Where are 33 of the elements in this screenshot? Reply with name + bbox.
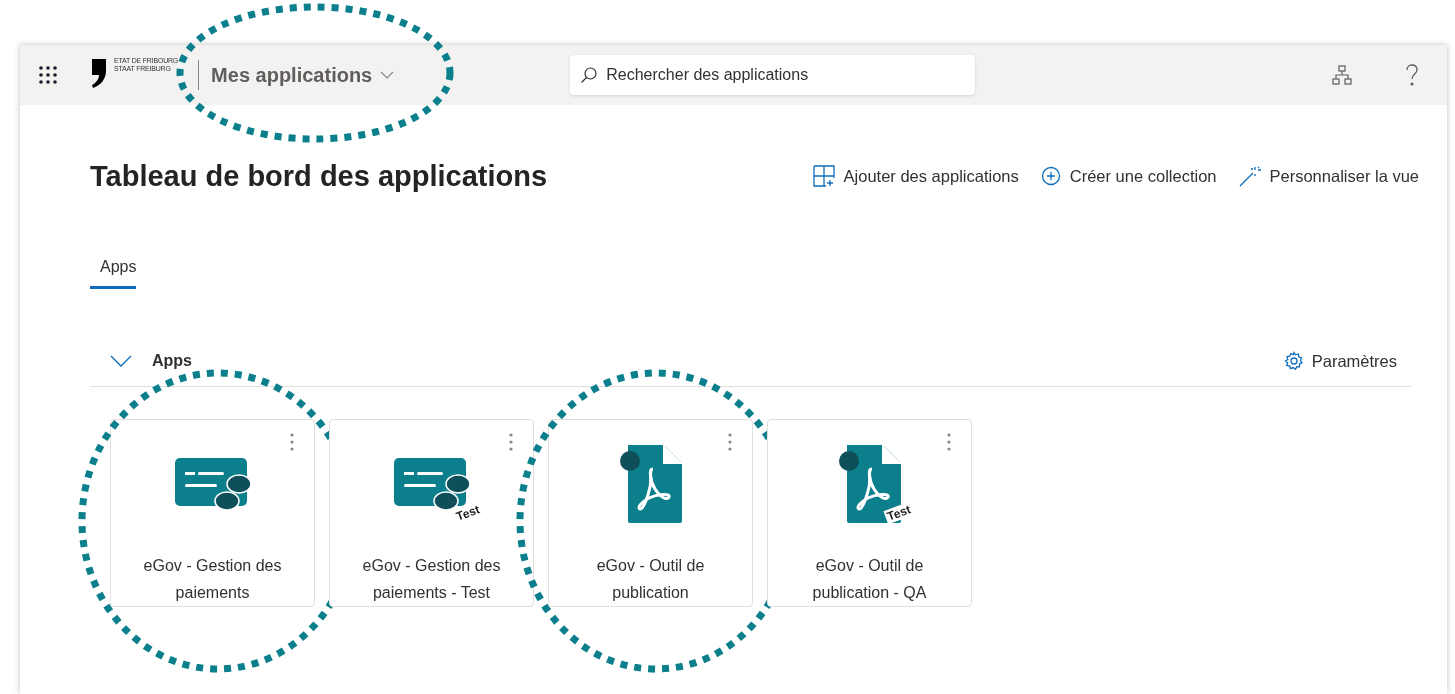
app-name: eGov - Outil de publication bbox=[595, 556, 706, 603]
more-options-icon[interactable] bbox=[947, 433, 951, 451]
apps-tab[interactable]: Apps bbox=[90, 247, 137, 289]
add-grid-icon bbox=[812, 165, 835, 187]
app-name: eGov - Gestion des paiements bbox=[142, 556, 283, 603]
section-title: Apps bbox=[152, 352, 192, 370]
customize-action-button[interactable]: Personnaliser la vue bbox=[1238, 165, 1419, 187]
pdf-document-icon bbox=[617, 443, 684, 525]
payment-card-icon bbox=[172, 456, 253, 512]
settings-button[interactable]: Paramètres bbox=[1283, 351, 1411, 371]
app-name: eGov - Outil de publication - QA bbox=[811, 556, 928, 603]
chevron-icon bbox=[110, 355, 132, 367]
org-chart-icon[interactable] bbox=[1331, 64, 1353, 86]
search-field[interactable]: Rechercher des applications bbox=[570, 55, 976, 95]
settings-icon bbox=[1283, 351, 1304, 371]
more-options-icon[interactable] bbox=[728, 433, 732, 451]
app-tile[interactable]: eGov - Gestion des paiements bbox=[110, 419, 315, 607]
chevron-down-icon bbox=[380, 71, 395, 79]
search-icon bbox=[580, 66, 599, 84]
add-circle-icon bbox=[1040, 166, 1061, 186]
app-title-dropdown[interactable]: Mes applications bbox=[211, 63, 395, 87]
add-action-button[interactable]: Ajouter des applications bbox=[812, 165, 1019, 187]
app-tile[interactable]: Test eGov - Outil de publication - QA bbox=[767, 419, 972, 607]
collection-action-button[interactable]: Créer une collection bbox=[1040, 165, 1217, 187]
app-tile[interactable]: eGov - Outil de publication bbox=[548, 419, 753, 607]
app-tile[interactable]: Test eGov - Gestion des paiements - Test bbox=[329, 419, 534, 607]
page-title: Tableau de bord des applications bbox=[90, 159, 549, 193]
more-options-icon[interactable] bbox=[509, 433, 513, 451]
app-name: eGov - Gestion des paiements - Test bbox=[361, 556, 502, 603]
help-icon[interactable] bbox=[1405, 64, 1419, 86]
more-options-icon[interactable] bbox=[290, 433, 294, 451]
magic-wand-icon bbox=[1238, 165, 1261, 187]
app-launcher-icon[interactable] bbox=[38, 65, 58, 85]
